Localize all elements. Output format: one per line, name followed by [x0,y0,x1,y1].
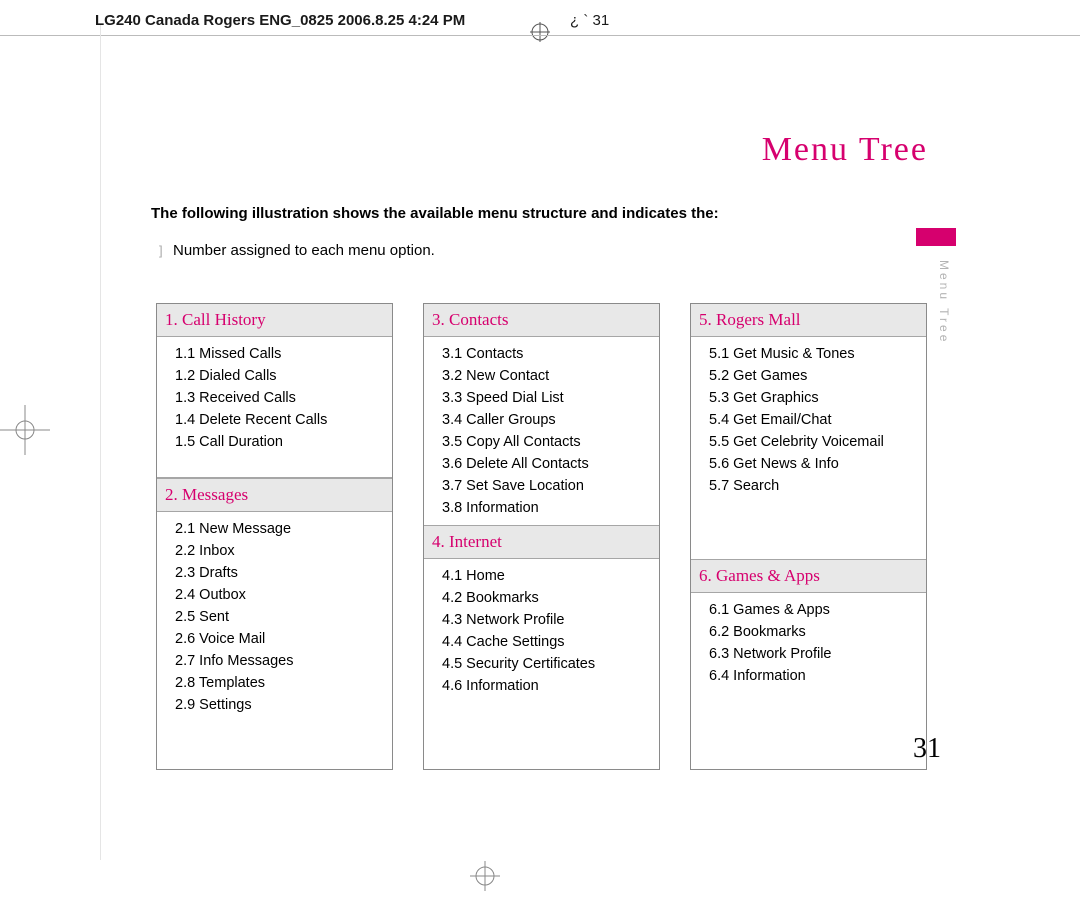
section-spacer [157,459,392,478]
menu-item: 2.7 Info Messages [175,650,384,672]
menu-section-items: 6.1 Games & Apps6.2 Bookmarks6.3 Network… [691,593,926,693]
menu-item: 3.7 Set Save Location [442,475,651,497]
menu-section-items: 3.1 Contacts3.2 New Contact3.3 Speed Dia… [424,337,659,525]
menu-item: 2.3 Drafts [175,562,384,584]
menu-section-header: 5. Rogers Mall [691,304,926,337]
intro-bold-text: The following illustration shows the ava… [151,205,719,222]
menu-item: 3.5 Copy All Contacts [442,431,651,453]
crop-mark-left-icon [0,405,50,455]
menu-item: 2.5 Sent [175,606,384,628]
menu-item: 1.2 Dialed Calls [175,365,384,387]
menu-item: 1.4 Delete Recent Calls [175,409,384,431]
menu-item: 2.9 Settings [175,694,384,716]
menu-item: 5.2 Get Games [709,365,918,387]
menu-item: 4.3 Network Profile [442,609,651,631]
menu-item: 2.4 Outbox [175,584,384,606]
page-title: Menu Tree [762,131,928,169]
menu-section-items: 2.1 New Message2.2 Inbox2.3 Drafts2.4 Ou… [157,512,392,722]
menu-item: 2.8 Templates [175,672,384,694]
menu-item: 5.4 Get Email/Chat [709,409,918,431]
menu-columns: 1. Call History1.1 Missed Calls1.2 Diale… [156,303,927,770]
menu-column: 3. Contacts3.1 Contacts3.2 New Contact3.… [423,303,660,770]
menu-item: 6.4 Information [709,665,918,687]
section-padding [691,503,926,559]
menu-item: 5.7 Search [709,475,918,497]
menu-item: 6.2 Bookmarks [709,621,918,643]
menu-column: 5. Rogers Mall5.1 Get Music & Tones5.2 G… [690,303,927,770]
menu-item: 3.3 Speed Dial List [442,387,651,409]
menu-item: 6.3 Network Profile [709,643,918,665]
menu-item: 4.2 Bookmarks [442,587,651,609]
menu-item: 4.1 Home [442,565,651,587]
menu-section-header: 1. Call History [157,304,392,337]
menu-item: 5.5 Get Celebrity Voicemail [709,431,918,453]
side-accent-bar [916,228,956,246]
menu-section-header: 4. Internet [424,525,659,559]
menu-section-items: 5.1 Get Music & Tones5.2 Get Games5.3 Ge… [691,337,926,503]
menu-item: 1.5 Call Duration [175,431,384,453]
menu-section-header: 3. Contacts [424,304,659,337]
menu-item: 1.3 Received Calls [175,387,384,409]
menu-item: 3.1 Contacts [442,343,651,365]
menu-item: 6.1 Games & Apps [709,599,918,621]
menu-item: 3.4 Caller Groups [442,409,651,431]
menu-section-header: 6. Games & Apps [691,559,926,593]
page-number: 31 [913,733,941,765]
menu-column: 1. Call History1.1 Missed Calls1.2 Diale… [156,303,393,770]
menu-item: 2.2 Inbox [175,540,384,562]
menu-item: 3.6 Delete All Contacts [442,453,651,475]
menu-item: 3.8 Information [442,497,651,519]
menu-item: 2.6 Voice Mail [175,628,384,650]
intro-line-text: Number assigned to each menu option. [173,242,435,259]
menu-item: 3.2 New Contact [442,365,651,387]
menu-item: 1.1 Missed Calls [175,343,384,365]
menu-item: 4.6 Information [442,675,651,697]
bullet-icon: ] [159,243,163,258]
menu-item: 2.1 New Message [175,518,384,540]
side-section-label: Menu Tree [937,260,951,344]
menu-item: 4.5 Security Certificates [442,653,651,675]
menu-item: 5.6 Get News & Info [709,453,918,475]
page-frame: Menu Tree The following illustration sho… [100,25,966,860]
menu-item: 5.3 Get Graphics [709,387,918,409]
menu-section-items: 1.1 Missed Calls1.2 Dialed Calls1.3 Rece… [157,337,392,459]
menu-section-items: 4.1 Home4.2 Bookmarks4.3 Network Profile… [424,559,659,703]
menu-section-header: 2. Messages [157,478,392,512]
crop-mark-bottom-icon [470,861,500,891]
menu-item: 4.4 Cache Settings [442,631,651,653]
menu-item: 5.1 Get Music & Tones [709,343,918,365]
